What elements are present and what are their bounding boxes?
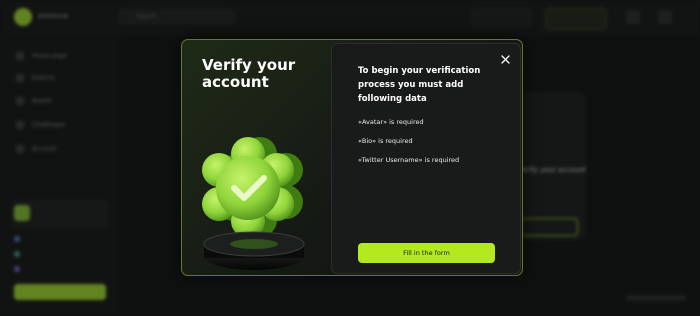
sidebar-item-assets[interactable]: Assets — [16, 97, 52, 105]
intro-text: To begin your verification process you m… — [358, 66, 481, 104]
sidebar-cta-button[interactable] — [14, 284, 106, 300]
sidebar-item-account[interactable]: Account — [16, 145, 56, 153]
app-logo-text: xxxxxx — [38, 12, 69, 20]
verified-badge-icon — [202, 137, 305, 270]
modal-hero: Verify your account — [182, 40, 332, 275]
requirement-bio: «Bio» is required — [358, 137, 413, 145]
search-input[interactable]: Search — [118, 9, 236, 25]
requirements-panel: To begin your verification process you m… — [331, 43, 521, 274]
verify-account-modal: Verify your account To begin your verifi… — [181, 39, 523, 276]
close-icon — [500, 54, 510, 64]
notifications-icon[interactable] — [626, 10, 640, 24]
background-card-title: Verify your account — [518, 166, 586, 174]
background-card-button[interactable] — [520, 218, 578, 236]
avatar — [14, 205, 30, 221]
app-logo — [14, 8, 32, 26]
rewards-widget[interactable] — [545, 8, 607, 30]
profile-icon[interactable] — [658, 10, 672, 24]
balance-widget[interactable] — [470, 8, 532, 28]
requirements-list: «Avatar» is required «Bio» is required «… — [358, 117, 518, 174]
requirement-twitter-username: «Twitter Username» is required — [358, 156, 460, 164]
requirement-avatar: «Avatar» is required — [358, 118, 424, 126]
footer-controls — [626, 295, 686, 301]
footer-bar — [118, 290, 700, 308]
sidebar-item-explore[interactable]: Explore — [16, 74, 55, 82]
fill-in-form-button[interactable]: Fill in the form — [358, 243, 495, 263]
coin-icon — [14, 236, 20, 242]
modal-title: Verify your account — [202, 56, 296, 91]
coin-icon — [14, 251, 20, 257]
sidebar-item-challenges[interactable]: Challenges — [16, 121, 65, 129]
coin-icon — [14, 266, 20, 272]
sidebar-item-home[interactable]: Home page — [16, 52, 67, 60]
